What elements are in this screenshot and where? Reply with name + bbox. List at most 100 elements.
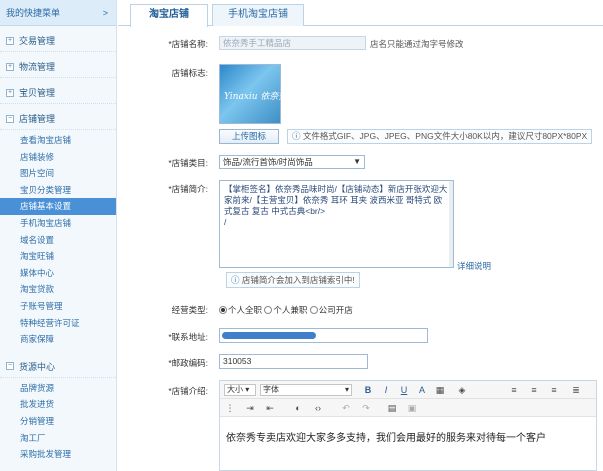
tab-mobile-store[interactable]: 手机淘宝店铺 [212, 4, 304, 26]
sidebar-item-wholesale[interactable]: 批发进货 [0, 396, 116, 413]
logo-text: Yinaxiu 依奈秀 [224, 92, 288, 102]
section-label: 交易管理 [19, 36, 56, 46]
textarea-scrollbar[interactable] [449, 181, 453, 267]
category-select[interactable]: 饰品/流行首饰/时尚饰品 ▼ [219, 155, 365, 169]
bold-icon[interactable]: B [362, 384, 374, 396]
table-icon[interactable]: ▦ [434, 384, 446, 396]
sidebar-item-view-store[interactable]: 查看淘宝店铺 [0, 132, 116, 149]
sidebar-item-distribution[interactable]: 分销管理 [0, 413, 116, 430]
image-icon[interactable]: ◐ [292, 402, 304, 414]
undo-icon[interactable]: ↶ [340, 402, 352, 414]
sidebar-item-category[interactable]: 宝贝分类管理 [0, 182, 116, 199]
justify-icon[interactable]: ≣ [570, 384, 582, 396]
sidebar-item-wangpu[interactable]: 淘宝旺铺 [0, 248, 116, 265]
align-left-icon[interactable]: ≡ [508, 384, 520, 396]
desc-label: *店铺介绍: [168, 386, 208, 396]
radio-label: 公司开店 [318, 305, 353, 315]
intro-index-text: 店铺简介会加入到店铺索引中! [241, 275, 355, 285]
logo-label: 店铺标志: [171, 68, 208, 78]
sidebar-item-sub-account[interactable]: 子账号管理 [0, 298, 116, 315]
font-size-select[interactable]: 大小 ▾ [224, 384, 256, 396]
align-center-icon[interactable]: ≡ [528, 384, 540, 396]
sidebar-item-image-space[interactable]: 图片空间 [0, 165, 116, 182]
shortcut-label: 我的快捷菜单 [6, 8, 61, 18]
section-trade[interactable]: + 交易管理 [0, 30, 116, 52]
section-logistics[interactable]: + 物流管理 [0, 56, 116, 78]
category-label: *店铺类目: [168, 158, 208, 168]
section-label: 店铺管理 [19, 114, 56, 124]
editor-content[interactable]: 依奈秀专卖店欢迎大家多多支持，我们会用最好的服务来对待每一个客户 [226, 429, 546, 444]
address-redacted-bar [222, 332, 316, 339]
radio-parttime[interactable] [264, 306, 273, 314]
intro-textarea[interactable]: 【掌柜签名】依奈秀品味时尚/【店铺动态】新店开张欢迎大家前来/【主营宝贝】依奈秀… [219, 180, 454, 268]
editor-toolbar-2: ⋮ ⇥ ⇤ ◐ ‹› ↶ ↷ ▤ ▣ [220, 399, 596, 417]
intro-index-hint: ⓘ 店铺简介会加入到店铺索引中! [226, 272, 360, 288]
shop-name-label: *店铺名称: [168, 39, 208, 49]
intro-label: *店铺简介: [168, 184, 208, 194]
category-value: 饰品/流行首饰/时尚饰品 [223, 157, 313, 167]
zip-field[interactable]: 310053 [219, 354, 368, 369]
intro-help-link[interactable]: 详细说明 [457, 260, 491, 272]
section-store[interactable]: − 店铺管理 [0, 108, 116, 130]
sidebar-item-loan[interactable]: 淘宝贷款 [0, 281, 116, 298]
shop-name-field: 依奈秀手工精品店 [219, 36, 366, 50]
outdent-icon[interactable]: ⇤ [264, 402, 276, 414]
sidebar-item-media[interactable]: 媒体中心 [0, 265, 116, 282]
chevron-right-icon: > [102, 7, 108, 18]
section-source[interactable]: − 货源中心 [0, 356, 116, 378]
code-icon[interactable]: ‹› [312, 402, 324, 414]
collapse-icon: − [6, 362, 14, 371]
address-field[interactable] [219, 328, 428, 343]
zip-label: *邮政编码: [168, 358, 208, 368]
radio-label: 个人全职 [228, 305, 263, 315]
editor-toolbar-1: 大小 ▾ 字体 ▾ B I U A ▦ ◈ ≡ ≡ ≡ ≣ [220, 381, 596, 399]
sidebar-item-guarantee[interactable]: 商家保障 [0, 331, 116, 348]
font-color-icon[interactable]: A [416, 384, 428, 396]
ordered-list-icon[interactable]: ⋮ [224, 402, 236, 414]
shortcut-menu[interactable]: 我的快捷菜单 > [0, 0, 116, 26]
radio-company[interactable] [309, 306, 318, 314]
sidebar-item-mobile-store[interactable]: 手机淘宝店铺 [0, 215, 116, 232]
intro-cursor: / [224, 217, 227, 227]
biz-type-label: 经营类型: [171, 305, 208, 315]
intro-text: 【掌柜签名】依奈秀品味时尚/【店铺动态】新店开张欢迎大家前来/【主营宝贝】依奈秀… [224, 184, 448, 216]
sidebar-item-purchase[interactable]: 采购批发管理 [0, 446, 116, 463]
sidebar: 我的快捷菜单 > + 交易管理 + 物流管理 + 宝贝管理 − 店铺管理 查看淘宝店铺 … [0, 0, 117, 471]
source-menu-list: 品牌货源 批发进货 分销管理 淘工厂 采购批发管理 [0, 378, 116, 463]
store-logo-image: Yinaxiu 依奈秀 [219, 64, 287, 124]
underline-icon[interactable]: U [398, 384, 410, 396]
italic-icon[interactable]: I [380, 384, 392, 396]
font-family-select[interactable]: 字体 ▾ [260, 384, 352, 396]
sidebar-item-brand-source[interactable]: 品牌货源 [0, 380, 116, 397]
section-label: 宝贝管理 [19, 88, 56, 98]
upload-hint-text: 文件格式GIF、JPG、JPEG、PNG文件大小80K以内，建议尺寸80PX*8… [302, 131, 588, 141]
biz-type-options: 个人全职 个人兼职 公司开店 [219, 304, 353, 316]
section-label: 物流管理 [19, 62, 56, 72]
sidebar-item-decoration[interactable]: 店铺装修 [0, 149, 116, 166]
section-goods[interactable]: + 宝贝管理 [0, 82, 116, 104]
sidebar-item-factory[interactable]: 淘工厂 [0, 430, 116, 447]
rich-text-editor: 大小 ▾ 字体 ▾ B I U A ▦ ◈ ≡ ≡ ≡ ≣ ⋮ ⇥ ⇤ ◐ ‹› … [219, 380, 597, 471]
font-size-value: 大小 [227, 385, 243, 394]
tab-taobao-store[interactable]: 淘宝店铺 [130, 4, 208, 27]
expand-icon: + [6, 88, 14, 97]
source-icon[interactable]: ▤ [386, 402, 398, 414]
redo-icon[interactable]: ↷ [360, 402, 372, 414]
fullscreen-icon[interactable]: ▣ [406, 402, 418, 414]
expand-icon: + [6, 36, 14, 45]
sidebar-item-basic-settings[interactable]: 店铺基本设置 [0, 198, 116, 215]
font-family-value: 字体 [263, 385, 279, 394]
collapse-icon: − [6, 114, 14, 123]
align-right-icon[interactable]: ≡ [548, 384, 560, 396]
highlight-icon[interactable]: ◈ [456, 384, 468, 396]
sidebar-item-domain[interactable]: 域名设置 [0, 232, 116, 249]
radio-fulltime[interactable] [219, 306, 227, 314]
info-icon: ⓘ [292, 131, 303, 141]
shop-name-hint: 店名只能通过淘字号修改 [370, 39, 464, 49]
upload-logo-button[interactable]: 上传图标 [219, 129, 279, 144]
sidebar-item-license[interactable]: 特种经营许可证 [0, 315, 116, 332]
tab-bar: 淘宝店铺 手机淘宝店铺 [118, 0, 603, 27]
address-label: *联系地址: [168, 332, 208, 342]
info-icon: ⓘ [231, 275, 242, 285]
indent-icon[interactable]: ⇥ [244, 402, 256, 414]
